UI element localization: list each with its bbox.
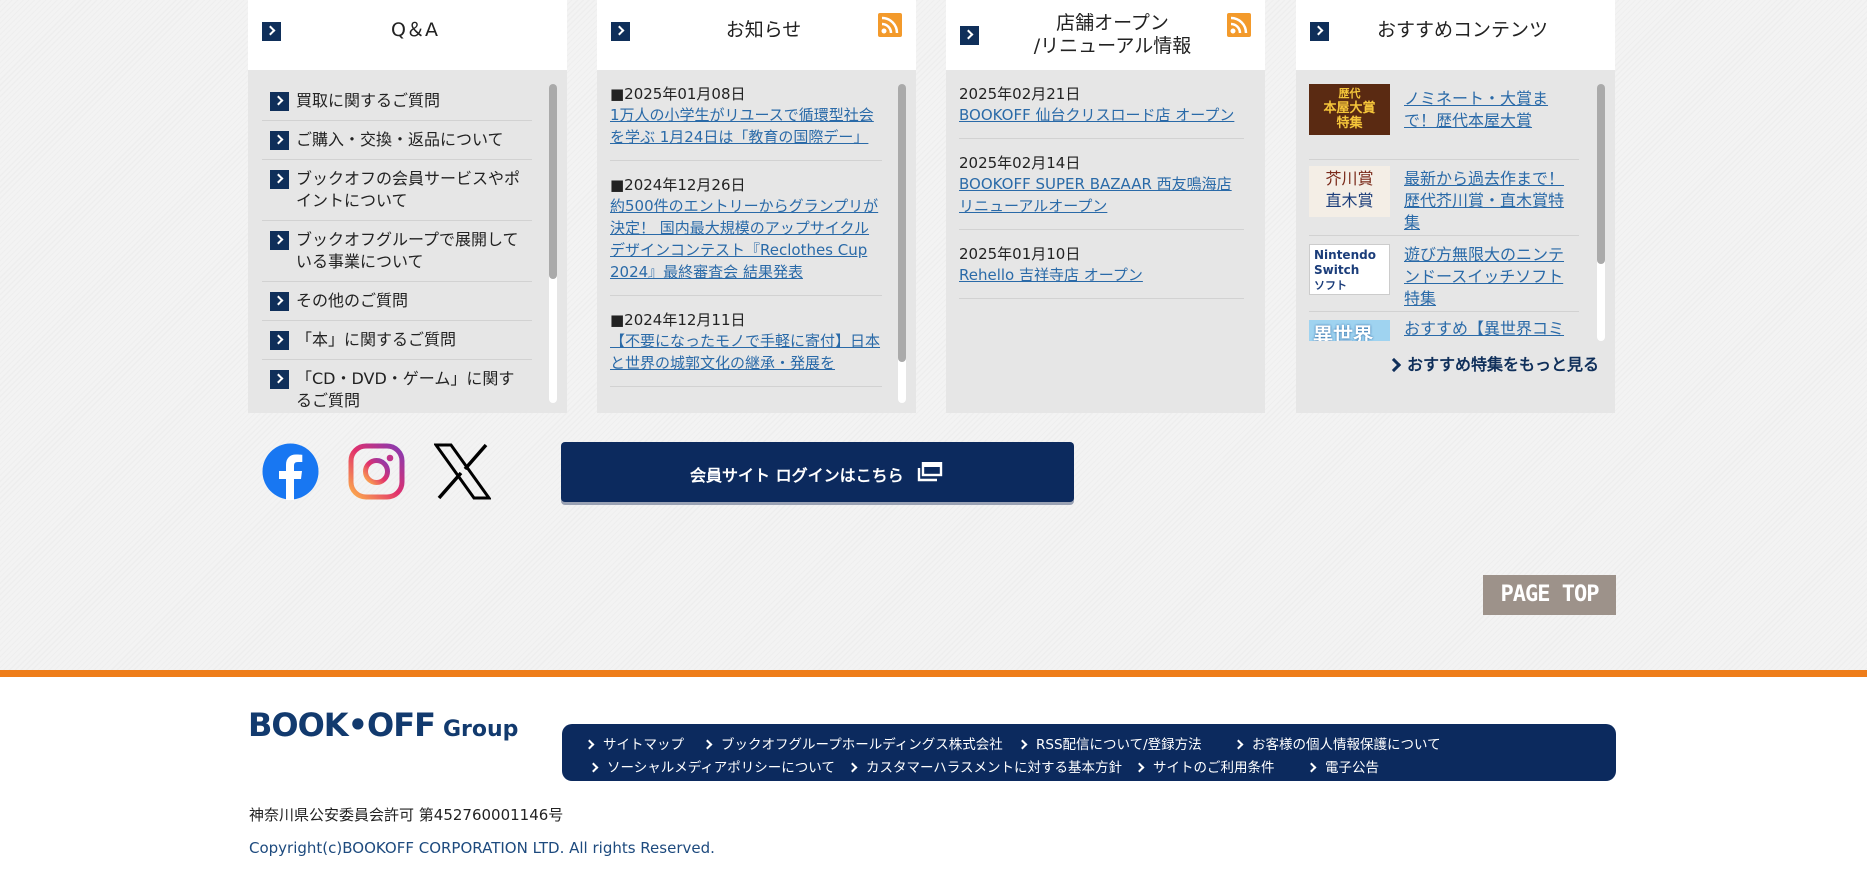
news-date: ■2024年12月26日 [610,176,746,194]
chevron-right-icon [270,170,289,189]
recommend-thumb-akutagawa[interactable]: 芥川賞 直木賞 [1309,166,1390,217]
store-title-line1: 店舗オープン [1056,12,1169,34]
store-item: 2025年01月10日 Rehello 吉祥寺店 オープン [959,242,1244,299]
recommend-scrollbar-thumb[interactable] [1597,84,1605,264]
chevron-right-icon [270,331,289,350]
qa-scroll-area[interactable]: 買取に関するご質問 ご購入・交換・返品について ブックオフの会員サービスやポイン… [248,70,567,413]
qa-panel: Q＆A 買取に関するご質問 ご購入・交換・返品について ブックオフの会員サービス… [248,0,567,413]
footer-link-sitemap[interactable]: サイトマップ [586,733,684,753]
store-list-area: 2025年02月21日 BOOKOFF 仙台クリスロード店 オープン 2025年… [946,70,1265,413]
qa-item[interactable]: その他のご質問 [262,282,532,321]
chevron-right-icon [1386,357,1402,373]
news-scrollbar-thumb[interactable] [898,84,906,362]
page-top-button[interactable]: PAGE TOP [1483,575,1616,615]
store-link[interactable]: BOOKOFF 仙台クリスロード店 オープン [959,104,1244,126]
footer-link-social-policy[interactable]: ソーシャルメディアポリシーについて [590,756,835,776]
news-panel: お知らせ ■2025年01月08日 1万人の小学生がリユースで循環型社会を学ぶ … [597,0,916,413]
instagram-icon[interactable] [348,443,405,504]
store-list: 2025年02月21日 BOOKOFF 仙台クリスロード店 オープン 2025年… [959,82,1244,311]
recommend-link[interactable]: おすすめ【異世界コミック特集】転生・召喚漫画一 [1404,318,1579,341]
chevron-right-icon [611,22,630,41]
recommend-scrollbar[interactable] [1597,84,1605,341]
license-text: 神奈川県公安委員会許可 第452760001146号 [249,806,564,824]
footer-link-privacy[interactable]: お客様の個人情報保護について [1235,733,1441,753]
facebook-icon[interactable] [262,443,319,504]
qa-scrollbar[interactable] [549,84,557,403]
news-date: ■2024年12月11日 [610,311,746,329]
news-date: ■2025年01月08日 [610,85,746,103]
recommend-title: おすすめコンテンツ [1376,19,1548,41]
recommend-item[interactable]: Nintendo Switch ソフト 遊び方無限大のニンテンドースイッチソフト… [1309,236,1579,312]
store-link[interactable]: BOOKOFF SUPER BAZAAR 西友鳴海店 リニューアルオープン [959,173,1244,217]
news-item: ■2024年12月26日 約500件のエントリーからグランプリが決定！ 国内最大… [610,173,882,296]
recommend-scroll-area[interactable]: 歴代 本屋大賞 特集 ノミネート・大賞まで！歴代本屋大賞 芥川賞 直木賞 最新か… [1296,70,1615,341]
qa-item[interactable]: ご購入・交換・返品について [262,121,532,160]
recommend-link[interactable]: 遊び方無限大のニンテンドースイッチソフト特集 [1404,244,1579,310]
footer-nav: サイトマップ ブックオフグループホールディングス株式会社 RSS配信について/登… [562,724,1616,781]
recommend-thumb-honya[interactable]: 歴代 本屋大賞 特集 [1309,84,1390,135]
store-item: 2025年02月14日 BOOKOFF SUPER BAZAAR 西友鳴海店 リ… [959,151,1244,230]
external-window-icon [917,462,943,482]
store-date: 2025年01月10日 [959,245,1081,263]
store-title-line2: /リニューアル情報 [1033,35,1192,57]
chevron-right-icon [270,231,289,250]
store-panel: 店舗オープン /リニューアル情報 2025年02月21日 BOOKOFF 仙台ク… [946,0,1265,413]
store-link[interactable]: Rehello 吉祥寺店 オープン [959,264,1244,286]
footer-link-rss[interactable]: RSS配信について/登録方法 [1019,733,1202,753]
store-title: 店舗オープン /リニューアル情報 [980,12,1245,58]
recommend-item[interactable]: 異世界 おすすめ【異世界コミック特集】転生・召喚漫画一 [1309,312,1579,341]
recommend-header: おすすめコンテンツ [1296,0,1615,70]
qa-item[interactable]: 「本」に関するご質問 [262,321,532,360]
news-item: ■2025年01月08日 1万人の小学生がリユースで循環型社会を学ぶ 1月24日… [610,82,882,161]
recommend-link[interactable]: ノミネート・大賞まで！歴代本屋大賞 [1404,88,1579,132]
news-link[interactable]: 約500件のエントリーからグランプリが決定！ 国内最大規模のアップサイクルデザイ… [610,195,882,283]
recommend-item[interactable]: 歴代 本屋大賞 特集 ノミネート・大賞まで！歴代本屋大賞 [1309,84,1579,160]
footer-link-holdings[interactable]: ブックオフグループホールディングス株式会社 [704,733,1003,753]
bookoff-group-logo[interactable]: BOOK•OFF Group [248,706,518,744]
rss-icon[interactable] [878,13,902,37]
recommend-item[interactable]: 芥川賞 直木賞 最新から過去作まで！歴代芥川賞・直木賞特集 [1309,160,1579,236]
recommend-panel: おすすめコンテンツ 歴代 本屋大賞 特集 ノミネート・大賞まで！歴代本屋大賞 芥… [1296,0,1615,413]
footer-link-harassment[interactable]: カスタマーハラスメントに対する基本方針 [849,756,1122,776]
recommend-thumb-switch[interactable]: Nintendo Switch ソフト [1309,244,1390,295]
qa-item[interactable]: 「CD・DVD・ゲーム」に関するご質問 [262,360,532,413]
rss-icon[interactable] [1227,13,1251,37]
news-scroll-area[interactable]: ■2025年01月08日 1万人の小学生がリユースで循環型社会を学ぶ 1月24日… [597,70,916,413]
member-login-button[interactable]: 会員サイト ログインはこちら [561,442,1074,502]
chevron-right-icon [270,92,289,111]
copyright-text: Copyright(c)BOOKOFF CORPORATION LTD. All… [249,839,715,857]
news-link[interactable]: 【不要になったモノで手軽に寄付】日本と世界の城郭文化の継承・発展を [610,330,882,374]
chevron-right-icon [270,292,289,311]
chevron-right-icon [270,131,289,150]
store-date: 2025年02月21日 [959,85,1081,103]
more-recommend-link[interactable]: おすすめ特集をもっと見る [1386,351,1599,375]
qa-title: Q＆A [391,19,438,41]
qa-item[interactable]: ブックオフグループで展開している事業について [262,221,532,282]
news-header: お知らせ [597,0,916,70]
footer-link-terms[interactable]: サイトのご利用条件 [1136,756,1275,776]
chevron-right-icon [262,22,281,41]
news-list: ■2025年01月08日 1万人の小学生がリユースで循環型社会を学ぶ 1月24日… [610,82,882,399]
store-date: 2025年02月14日 [959,154,1081,172]
qa-list: 買取に関するご質問 ご購入・交換・返品について ブックオフの会員サービスやポイン… [262,82,532,413]
chevron-right-icon [1310,22,1329,41]
news-item: ■2024年12月11日 【不要になったモノで手軽に寄付】日本と世界の城郭文化の… [610,308,882,387]
news-scrollbar[interactable] [898,84,906,403]
footer-link-public-notice[interactable]: 電子公告 [1308,756,1379,776]
store-item: 2025年02月21日 BOOKOFF 仙台クリスロード店 オープン [959,82,1244,139]
news-link[interactable]: 1万人の小学生がリユースで循環型社会を学ぶ 1月24日は「教育の国際デー」 [610,104,882,148]
qa-scrollbar-thumb[interactable] [549,84,557,279]
qa-item[interactable]: ブックオフの会員サービスやポイントについて [262,160,532,221]
recommend-list: 歴代 本屋大賞 特集 ノミネート・大賞まで！歴代本屋大賞 芥川賞 直木賞 最新か… [1309,84,1579,341]
chevron-right-icon [960,26,979,45]
qa-item[interactable]: 買取に関するご質問 [262,82,532,121]
store-header: 店舗オープン /リニューアル情報 [946,0,1265,70]
chevron-right-icon [270,370,289,389]
x-icon[interactable] [433,443,492,504]
news-title: お知らせ [725,19,802,41]
recommend-thumb-isekai[interactable]: 異世界 [1309,320,1390,341]
qa-header: Q＆A [248,0,567,70]
recommend-link[interactable]: 最新から過去作まで！歴代芥川賞・直木賞特集 [1404,168,1579,234]
